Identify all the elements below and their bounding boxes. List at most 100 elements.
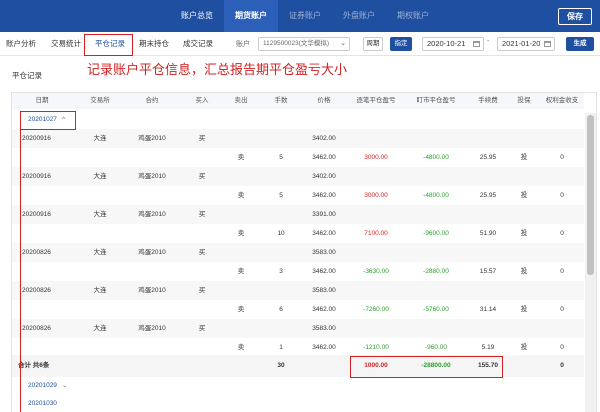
cell-pl2: [410, 319, 462, 338]
tab-account-analysis[interactable]: 账户分析: [6, 32, 36, 56]
cell-date: [22, 148, 68, 167]
header-sell: 卖出: [234, 97, 248, 104]
table-row: 20200826 大连 鸡蛋2010 买 3583.00: [12, 243, 584, 262]
cell-date: 20200916: [22, 211, 51, 218]
cell-sell: 卖: [237, 192, 245, 199]
account-label: 账户: [236, 41, 250, 48]
cell-pl1: [350, 167, 402, 186]
cell-sell: [230, 281, 252, 300]
cell-price: 3462.00: [312, 230, 336, 237]
cell-exch: [82, 224, 118, 243]
end-date-input[interactable]: 2021-01-20: [497, 37, 555, 51]
cell-hedge: [512, 281, 536, 300]
header-premium: 权利金收支: [545, 97, 579, 104]
cell-fee: [472, 129, 504, 148]
cell-pl2: [410, 281, 462, 300]
header-pl-trade: 逐笔平仓盈亏: [356, 97, 396, 104]
close-records-table: 日期 交易所 合约 买入 卖出 手数 价格 逐笔平仓盈亏 盯市平仓盈亏 手续费 …: [11, 92, 597, 412]
cell-date: 20200826: [22, 325, 51, 332]
cell-premium: [542, 281, 582, 300]
cell-sell: [230, 319, 252, 338]
cell-sell: [230, 129, 252, 148]
cell-pl1: [350, 129, 402, 148]
nav-options-account[interactable]: 期权账户: [386, 0, 440, 32]
cell-buy: [192, 186, 212, 205]
calendar-icon[interactable]: [544, 41, 551, 47]
table-row: 卖 3 3462.00 -3630.00 -2880.00 15.57 投 0: [12, 262, 584, 281]
cell-qty: 5: [279, 192, 283, 199]
header-qty: 手数: [274, 97, 288, 104]
cell-buy: [192, 148, 212, 167]
nav-futures-account[interactable]: 期货账户: [224, 0, 278, 32]
group-row[interactable]: 20201030: [12, 395, 584, 412]
period-custom-button[interactable]: 指定: [390, 37, 412, 51]
cell-qty: [270, 281, 292, 300]
cell-pl2: -5760.00: [423, 306, 449, 313]
cell-date: [22, 224, 68, 243]
group-label: 20201030: [28, 400, 57, 407]
cell-exch: 大连: [93, 325, 107, 332]
header-buy: 买入: [195, 97, 209, 104]
table-row: 20200826 大连 鸡蛋2010 买 3583.00: [12, 319, 584, 338]
highlight-box-group: [20, 111, 76, 130]
cell-fee: 25.95: [479, 154, 497, 161]
group-row[interactable]: 20201029 ⌄: [12, 377, 584, 395]
cell-buy: 买: [198, 211, 206, 218]
tab-trade-stats[interactable]: 交易统计: [51, 32, 81, 56]
cell-buy: 买: [198, 325, 206, 332]
cell-date: [22, 262, 68, 281]
cell-pl2: [410, 243, 462, 262]
cell-sell: 卖: [237, 268, 245, 275]
cell-buy: [192, 224, 212, 243]
cell-contract: [132, 148, 172, 167]
cell-premium: 0: [560, 230, 564, 237]
generate-button[interactable]: 生成: [566, 37, 594, 51]
nav-account-overview[interactable]: 账户总览: [170, 0, 224, 32]
tab-trade-records[interactable]: 成交记录: [183, 32, 213, 56]
highlight-box-total: [350, 356, 503, 378]
cell-price: 3583.00: [312, 249, 336, 256]
cell-qty: 3: [279, 268, 283, 275]
cell-exch: 大连: [93, 249, 107, 256]
scrollbar[interactable]: [585, 113, 596, 412]
cell-buy: [192, 300, 212, 319]
cell-exch: 大连: [93, 173, 107, 180]
cell-premium: 0: [560, 192, 564, 199]
cell-pl2: [410, 167, 462, 186]
cell-price: 3391.00: [312, 211, 336, 218]
cell-hedge: [512, 167, 536, 186]
start-date-value: 2020-10-21: [427, 39, 466, 48]
nav-securities-account[interactable]: 证券账户: [278, 0, 332, 32]
tab-end-positions[interactable]: 期末持仓: [139, 32, 169, 56]
cell-fee: [472, 319, 504, 338]
cell-pl1: 3000.00: [364, 154, 388, 161]
cell-qty: [270, 167, 292, 186]
scrollbar-thumb[interactable]: [587, 115, 594, 275]
account-select-value: 1129500023(文华模拟): [263, 40, 329, 47]
save-button[interactable]: 保存: [558, 8, 592, 25]
cell-qty: 10: [277, 230, 285, 237]
calendar-icon[interactable]: [473, 41, 480, 47]
group-row[interactable]: 20201027 ^: [12, 111, 584, 129]
cell-sell: [230, 167, 252, 186]
cell-buy: 买: [198, 173, 206, 180]
cell-sell: 卖: [237, 306, 245, 313]
table-row: 卖 5 3462.00 3000.00 -4800.00 25.95 投 0: [12, 148, 584, 167]
cell-pl1: [350, 243, 402, 262]
period-week-button[interactable]: 周期: [363, 37, 383, 51]
cell-pl2: -9600.00: [423, 230, 449, 237]
cell-contract: 鸡蛋2010: [138, 287, 166, 294]
start-date-input[interactable]: 2020-10-21: [422, 37, 484, 51]
table-row: 20200916 大连 鸡蛋2010 买 3402.00: [12, 129, 584, 148]
header-hedge: 投保: [517, 97, 531, 104]
account-select[interactable]: 1129500023(文华模拟) ⌄: [258, 37, 350, 51]
nav-foreign-account[interactable]: 外盘账户: [332, 0, 386, 32]
cell-qty: 6: [279, 306, 283, 313]
cell-exch: [82, 300, 118, 319]
chevron-down-icon[interactable]: ⌄: [62, 377, 72, 395]
date-separator: -: [487, 38, 490, 45]
cell-price: 3462.00: [312, 154, 336, 161]
table-row: 20200826 大连 鸡蛋2010 买 3583.00: [12, 281, 584, 300]
table-row: 卖 10 3462.00 7100.00 -9600.00 51.90 投 0: [12, 224, 584, 243]
cell-contract: 鸡蛋2010: [138, 211, 166, 218]
